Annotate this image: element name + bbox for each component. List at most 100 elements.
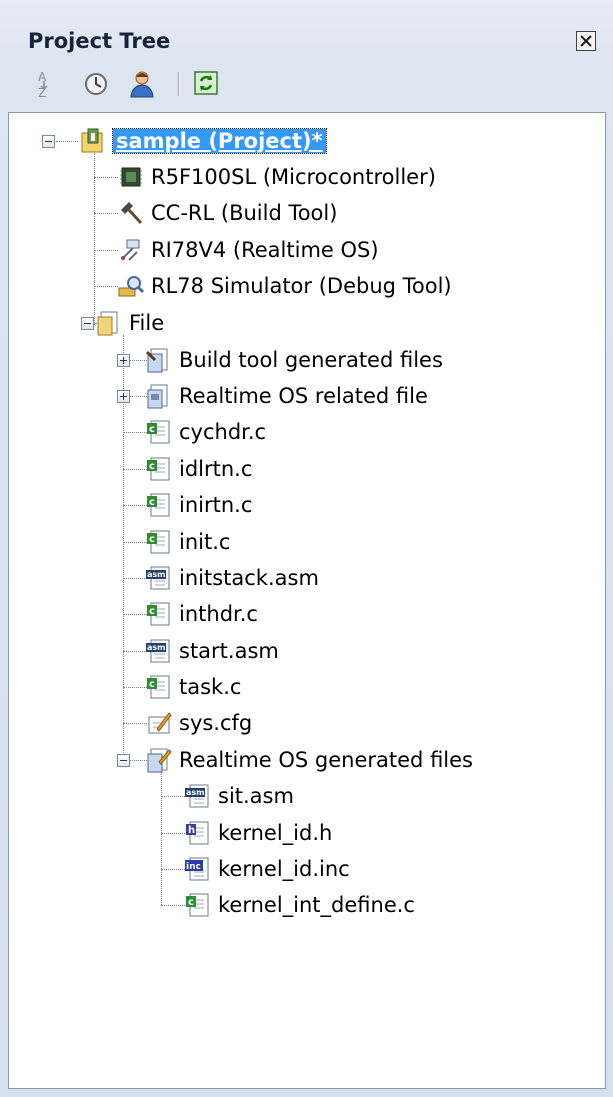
tree-node-file[interactable]: c kernel_int_define.c: [184, 888, 415, 922]
tree-connector: [56, 141, 78, 142]
tree-node-file[interactable]: sys.cfg: [145, 706, 252, 740]
file-label: sit.asm: [218, 784, 294, 808]
svg-text:A: A: [38, 70, 47, 84]
c-file-icon: c: [147, 457, 170, 481]
svg-text:Z: Z: [38, 86, 46, 99]
svg-text:inc: inc: [186, 862, 201, 872]
tree-connector: [161, 796, 185, 797]
tree-node-debug-tool[interactable]: RL78 Simulator (Debug Tool): [117, 269, 452, 303]
project-tree-panel: Project Tree A Z sample (Project)* R5F10…: [0, 0, 613, 1097]
expand-os-related-toggle[interactable]: [117, 390, 130, 403]
expand-build-files-toggle[interactable]: [117, 354, 130, 367]
tree-connector: [123, 578, 147, 579]
os-related-label: Realtime OS related file: [179, 384, 428, 408]
svg-text:asm: asm: [186, 788, 205, 797]
tree-node-file[interactable]: asm start.asm: [145, 634, 279, 668]
collapse-project-toggle[interactable]: [42, 135, 55, 148]
tree-connector: [161, 772, 162, 905]
svg-text:c: c: [149, 497, 155, 508]
user-icon[interactable]: [126, 67, 158, 99]
panel-toolbar: A Z: [8, 62, 606, 104]
file-label: idlrtn.c: [179, 457, 253, 481]
tree-connector: [161, 869, 185, 870]
h-file-icon: h: [186, 821, 209, 845]
tree-node-build-tool[interactable]: CC-RL (Build Tool): [117, 196, 337, 230]
c-file-icon: c: [147, 675, 170, 699]
tree-connector: [123, 542, 147, 543]
svg-text:c: c: [149, 461, 155, 472]
sort-az-icon[interactable]: A Z: [28, 67, 60, 100]
project-icon: [81, 128, 103, 153]
realtime-os-label: RI78V4 (Realtime OS): [151, 238, 379, 262]
tree-node-microcontroller[interactable]: R5F100SL (Microcontroller): [117, 160, 436, 194]
collapse-file-toggle[interactable]: [81, 317, 94, 330]
project-tree-view[interactable]: sample (Project)* R5F100SL (Microcontrol…: [8, 112, 606, 1089]
tree-node-file[interactable]: c task.c: [145, 670, 241, 704]
asm-file-icon: asm: [185, 784, 209, 808]
chip-icon: [120, 167, 142, 187]
svg-text:c: c: [149, 534, 155, 545]
cfg-file-icon: [148, 712, 172, 734]
c-file-icon: c: [147, 493, 170, 517]
asm-file-icon: asm: [146, 566, 170, 590]
tree-node-file[interactable]: c inthdr.c: [145, 597, 258, 631]
tree-node-file[interactable]: inc kernel_id.inc: [184, 852, 350, 886]
svg-text:c: c: [149, 679, 155, 690]
tree-node-file[interactable]: asm initstack.asm: [145, 561, 319, 595]
os-related-folder-icon: [147, 384, 168, 409]
c-file-icon: c: [186, 893, 209, 917]
tree-node-file[interactable]: c idlrtn.c: [145, 452, 252, 486]
file-label: init.c: [179, 530, 231, 554]
tree-connector: [123, 723, 147, 724]
tree-connector: [123, 505, 147, 506]
tree-node-file[interactable]: c inirtn.c: [145, 488, 252, 522]
tree-node-os-related[interactable]: Realtime OS related file: [145, 379, 428, 413]
tree-connector: [94, 250, 118, 251]
file-label: kernel_id.h: [218, 821, 333, 845]
tree-connector: [123, 432, 147, 433]
tree-node-realtime-os[interactable]: RI78V4 (Realtime OS): [117, 233, 379, 267]
close-icon[interactable]: [576, 31, 596, 51]
refresh-icon[interactable]: [190, 67, 222, 99]
project-label: sample (Project)*: [112, 128, 327, 154]
c-file-icon: c: [147, 602, 170, 626]
tree-node-file[interactable]: c init.c: [145, 525, 230, 559]
tree-connector: [161, 833, 185, 834]
os-generated-label: Realtime OS generated files: [179, 748, 473, 772]
file-label: sys.cfg: [179, 711, 253, 735]
panel-titlebar: Project Tree: [8, 20, 606, 60]
clock-icon[interactable]: [80, 67, 112, 99]
asm-file-icon: asm: [146, 639, 170, 663]
file-label: kernel_int_define.c: [218, 893, 415, 917]
file-label: inirtn.c: [179, 493, 253, 517]
file-label: task.c: [179, 675, 242, 699]
c-file-icon: c: [147, 420, 170, 444]
tree-connector: [94, 153, 95, 325]
tree-node-build-generated[interactable]: Build tool generated files: [145, 343, 443, 377]
file-label: initstack.asm: [179, 566, 319, 590]
debug-tool-label: RL78 Simulator (Debug Tool): [151, 274, 452, 298]
svg-text:asm: asm: [147, 570, 166, 579]
tree-node-file[interactable]: asm sit.asm: [184, 779, 294, 813]
toolbar-separator: [178, 72, 180, 96]
tree-connector: [123, 687, 147, 688]
build-files-folder-icon: [145, 348, 168, 373]
tree-connector: [94, 213, 118, 214]
file-label: start.asm: [179, 639, 279, 663]
tree-connector: [123, 651, 147, 652]
tree-node-os-generated[interactable]: Realtime OS generated files: [145, 743, 473, 777]
tree-connector: [94, 177, 118, 178]
tree-node-project[interactable]: sample (Project)*: [79, 124, 327, 158]
tree-node-file-folder[interactable]: File: [95, 306, 164, 340]
tree-node-file[interactable]: c cychdr.c: [145, 415, 266, 449]
svg-text:asm: asm: [147, 643, 166, 652]
svg-text:c: c: [149, 424, 155, 435]
tree-node-file[interactable]: h kernel_id.h: [184, 816, 332, 850]
svg-text:h: h: [188, 825, 195, 836]
tree-connector: [161, 905, 185, 906]
file-label: cychdr.c: [179, 420, 267, 444]
file-label: kernel_id.inc: [218, 857, 350, 881]
hammer-icon: [121, 202, 143, 225]
collapse-os-generated-toggle[interactable]: [117, 754, 130, 767]
file-folder-label: File: [129, 311, 165, 335]
